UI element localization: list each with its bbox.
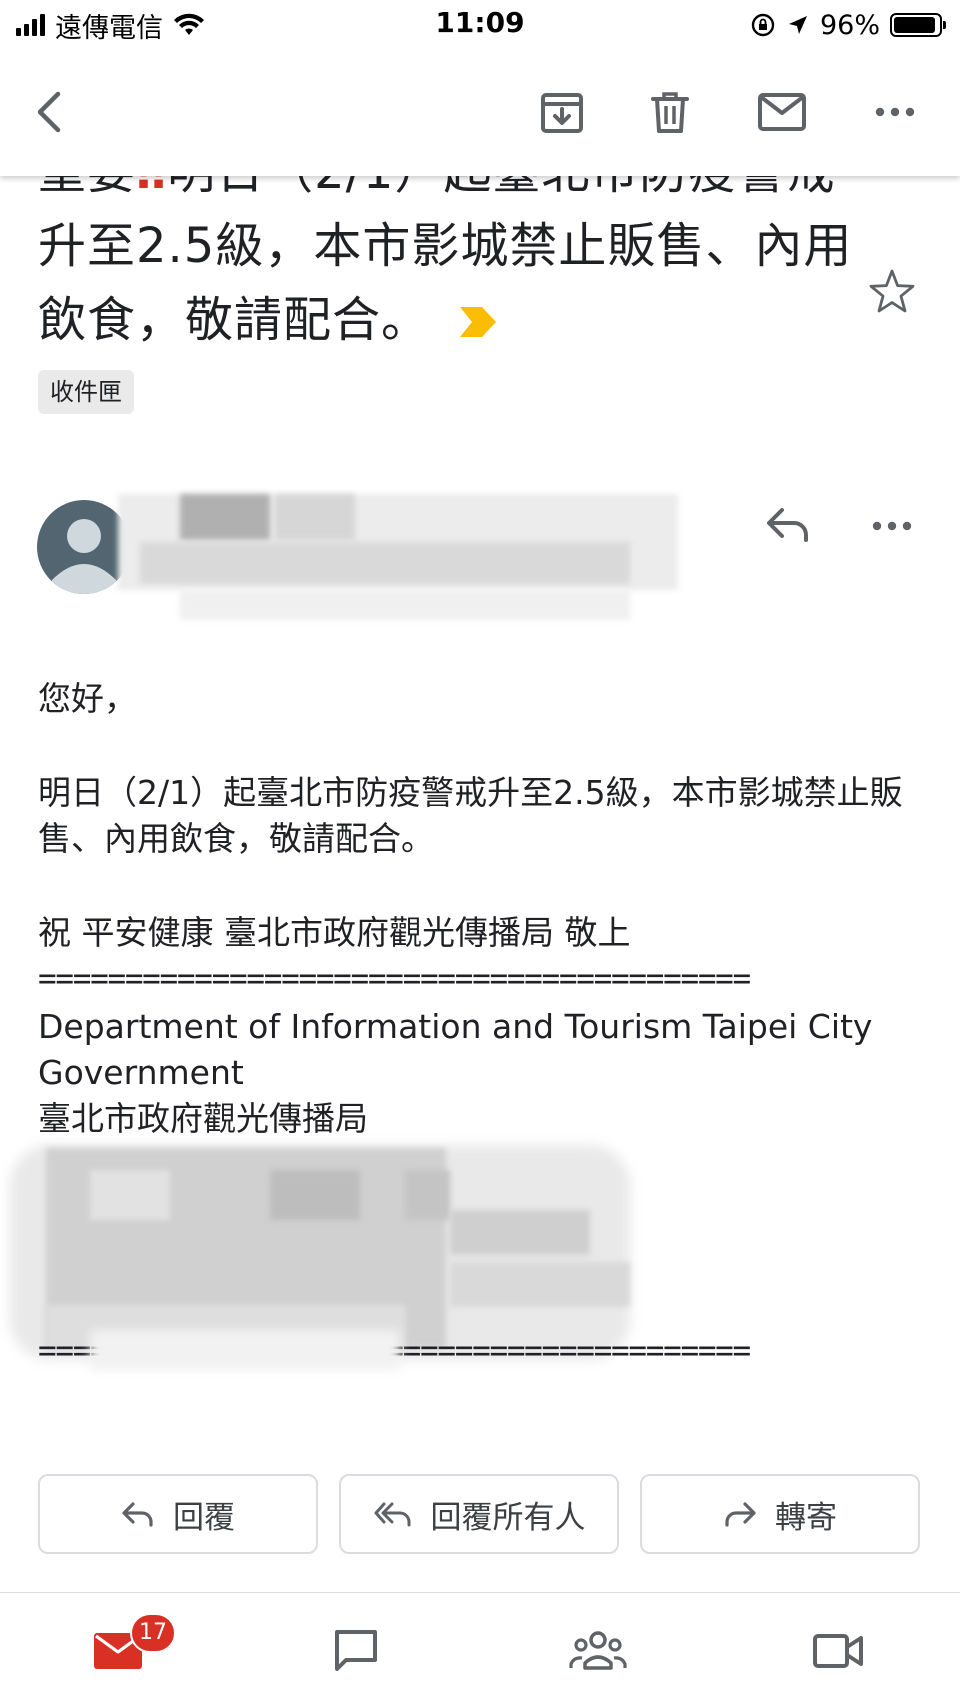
nav-meet[interactable] [803,1621,873,1681]
mail-icon [758,93,806,131]
closing-line: 祝 平安健康 臺北市政府觀光傳播局 敬上 [38,913,631,952]
reply-button-top[interactable] [764,504,812,548]
battery-percent: 96% [819,9,880,41]
back-button[interactable] [18,80,82,144]
inbox-label-chip[interactable]: 收件匣 [38,370,134,414]
signature-chinese: 臺北市政府觀光傳播局 [38,1099,368,1138]
nav-spaces[interactable] [563,1621,633,1681]
star-button[interactable] [868,268,916,318]
star-icon [869,269,915,313]
location-icon [788,16,807,34]
greeting: 您好， [38,679,137,718]
separator-line: ========================================… [38,961,751,997]
unread-count-badge: 17 [130,1613,176,1653]
back-icon [37,91,61,133]
reply-icon [122,1502,153,1527]
email-toolbar [0,50,960,176]
sender-avatar[interactable] [37,500,131,594]
chat-icon [335,1630,377,1671]
reply-all-label: 回覆所有人 [430,1499,586,1536]
person-icon [52,519,116,594]
forward-label: 轉寄 [775,1499,837,1536]
more-icon [872,521,912,531]
reply-button[interactable]: 回覆 [38,1474,318,1554]
important-marker-icon[interactable] [458,286,498,360]
separator-redaction [90,1330,400,1370]
mark-unread-button[interactable] [750,80,814,144]
orientation-lock-icon [751,13,775,37]
reply-all-icon [374,1502,410,1527]
forward-button[interactable]: 轉寄 [640,1474,920,1554]
reply-icon [767,508,808,542]
archive-icon [541,93,583,133]
reply-all-button[interactable]: 回覆所有人 [339,1474,619,1554]
signature-english: Department of Information and Tourism Ta… [38,1007,873,1092]
forward-icon [725,1502,756,1527]
more-options-button[interactable] [863,80,927,144]
body-paragraph: 明日（2/1）起臺北市防疫警戒升至2.5級，本市影城禁止販售、內用飲食，敬請配合… [38,773,903,858]
meet-icon [813,1634,863,1668]
spaces-icon [569,1631,627,1670]
archive-button[interactable] [530,80,594,144]
status-bar: 遠傳電信 11:09 96% [0,0,960,50]
battery-icon [890,13,946,37]
delete-icon [651,92,689,133]
status-right: 96% [750,8,946,42]
nav-chat[interactable] [321,1621,391,1681]
message-more-button[interactable] [872,516,912,535]
more-icon [875,107,915,117]
reply-label: 回覆 [173,1499,235,1536]
delete-button[interactable] [638,80,702,144]
